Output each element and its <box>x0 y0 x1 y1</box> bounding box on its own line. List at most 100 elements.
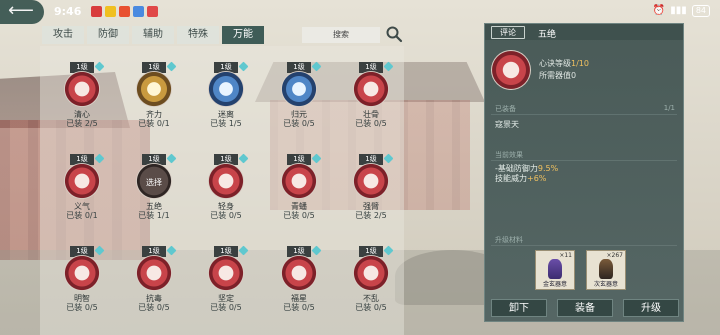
skill-equipped-count: 已装 0/5 <box>283 119 315 128</box>
skill-equipped-count: 已装 2/5 <box>355 211 387 220</box>
skill-slot[interactable]: 1级 壮骨 已装 0/5 <box>341 61 405 152</box>
notification-app-icon <box>105 6 116 17</box>
skill-slot[interactable]: 1级 选择 五绝 已装 1/1 <box>124 153 188 244</box>
effect-value: +6% <box>527 174 547 183</box>
skill-equipped-count: 已装 0/1 <box>66 211 98 220</box>
gem-icon <box>311 153 322 164</box>
skill-equipped-count: 已装 2/5 <box>66 119 98 128</box>
divider <box>491 245 677 246</box>
skill-equipped-count: 已装 0/5 <box>138 303 170 312</box>
gem-icon <box>166 61 177 72</box>
gem-icon <box>238 153 249 164</box>
skill-slot[interactable]: 1级 清心 已装 2/5 <box>52 61 116 152</box>
equip-button[interactable]: 装备 <box>557 299 613 317</box>
tab-support[interactable]: 辅助 <box>132 26 174 44</box>
gem-icon <box>94 245 105 256</box>
skill-icon <box>208 71 244 107</box>
upgrade-button[interactable]: 升级 <box>623 299 679 317</box>
notification-app-icon <box>119 6 130 17</box>
skill-icon <box>64 255 100 291</box>
detail-title: 五绝 <box>538 30 557 40</box>
skill-equipped-count: 已装 0/1 <box>138 119 170 128</box>
required-value: 0 <box>571 71 577 80</box>
skill-icon <box>353 163 389 199</box>
skill-slot[interactable]: 1级 福星 已装 0/5 <box>269 245 333 335</box>
skill-slot[interactable]: 1级 抗毒 已装 0/5 <box>124 245 188 335</box>
unequip-button[interactable]: 卸下 <box>491 299 547 317</box>
gem-icon <box>383 245 394 256</box>
skill-icon <box>281 255 317 291</box>
required-value-line: 所需器值0 <box>539 70 576 81</box>
status-bar: ⟵ 9:46 ⏰ ▮▮▮ 84 <box>0 0 720 24</box>
back-arrow-icon[interactable]: ⟵ <box>0 0 44 24</box>
gold-material-icon <box>548 259 562 279</box>
notification-icons <box>91 6 158 17</box>
tab-universal[interactable]: 万能 <box>222 26 264 44</box>
secondary-material-icon <box>599 259 613 279</box>
material-slot[interactable]: ×11 金玄器意 <box>535 250 575 290</box>
skill-slot[interactable]: 1级 齐力 已装 0/1 <box>124 61 188 152</box>
material-quantity: ×11 <box>559 252 572 259</box>
equipped-label: 已装备 <box>495 105 516 113</box>
skill-equipped-count: 已装 0/5 <box>210 303 242 312</box>
effect-label: -基础防御力 <box>495 164 538 173</box>
category-tabs: 攻击 防御 辅助 特殊 万能 <box>42 26 264 44</box>
skill-equipped-count: 已装 0/5 <box>283 211 315 220</box>
search-input[interactable]: 搜索 <box>302 27 380 43</box>
comment-button[interactable]: 评论 <box>491 26 525 39</box>
tab-defense[interactable]: 防御 <box>87 26 129 44</box>
skill-equipped-count: 已装 1/1 <box>138 211 170 220</box>
battery-icon: 84 <box>691 5 710 17</box>
skill-slot[interactable]: 1级 不乱 已装 0/5 <box>341 245 405 335</box>
gem-icon <box>383 153 394 164</box>
skill-icon <box>353 255 389 291</box>
skill-icon <box>64 163 100 199</box>
search-icon[interactable] <box>385 25 403 43</box>
tab-attack[interactable]: 攻击 <box>42 26 84 44</box>
skill-slot[interactable]: 1级 明智 已装 0/5 <box>52 245 116 335</box>
skill-slot[interactable]: 1级 强臂 已装 2/5 <box>341 153 405 244</box>
skill-level-label: 心诀等级 <box>539 59 571 68</box>
gem-icon <box>166 245 177 256</box>
skill-equipped-count: 已装 1/5 <box>210 119 242 128</box>
skill-icon <box>353 71 389 107</box>
skill-equipped-count: 已装 0/5 <box>66 303 98 312</box>
select-label: 选择 <box>146 178 162 187</box>
skill-detail-panel: 评论 五绝 心诀等级1/10 所需器值0 已装备 1/1 寇景天 当前效果 -基… <box>484 23 684 322</box>
status-clock: 9:46 <box>54 5 82 18</box>
skill-slot[interactable]: 1级 轻身 已装 0/5 <box>196 153 260 244</box>
material-name: 次玄器意 <box>593 281 618 288</box>
skill-slot[interactable]: 1级 青蟠 已装 0/5 <box>269 153 333 244</box>
system-icons: ⏰ ▮▮▮ 84 <box>653 5 710 17</box>
skill-icon <box>281 163 317 199</box>
skill-equipped-count: 已装 0/5 <box>355 303 387 312</box>
gem-icon <box>311 245 322 256</box>
gem-icon <box>383 61 394 72</box>
skill-icon <box>136 255 172 291</box>
notification-app-icon <box>133 6 144 17</box>
gem-icon <box>311 61 322 72</box>
signal-icon: ▮▮▮ <box>670 5 687 16</box>
required-value-label: 所需器值 <box>539 71 571 80</box>
skill-icon <box>208 163 244 199</box>
skill-slot[interactable]: 1级 迷离 已装 1/5 <box>196 61 260 152</box>
current-effect-label: 当前效果 <box>495 151 523 159</box>
skill-icon <box>281 71 317 107</box>
notification-app-icon <box>147 6 158 17</box>
skill-slot[interactable]: 1级 归元 已装 0/5 <box>269 61 333 152</box>
equipped-character: 寇景天 <box>495 120 519 129</box>
selected-skill-icon <box>491 50 531 90</box>
skill-equipped-count: 已装 0/5 <box>355 119 387 128</box>
tab-special[interactable]: 特殊 <box>177 26 219 44</box>
skill-slot[interactable]: 1级 坚定 已装 0/5 <box>196 245 260 335</box>
upgrade-material-label: 升级材料 <box>495 236 523 244</box>
skill-icon <box>64 71 100 107</box>
skill-slot[interactable]: 1级 义气 已装 0/1 <box>52 153 116 244</box>
material-name: 金玄器意 <box>542 281 567 288</box>
material-slot[interactable]: ×267 次玄器意 <box>586 250 626 290</box>
gem-icon <box>238 245 249 256</box>
skill-equipped-count: 已装 0/5 <box>283 303 315 312</box>
divider <box>491 114 677 115</box>
material-quantity: ×267 <box>606 252 623 259</box>
divider <box>491 160 677 161</box>
